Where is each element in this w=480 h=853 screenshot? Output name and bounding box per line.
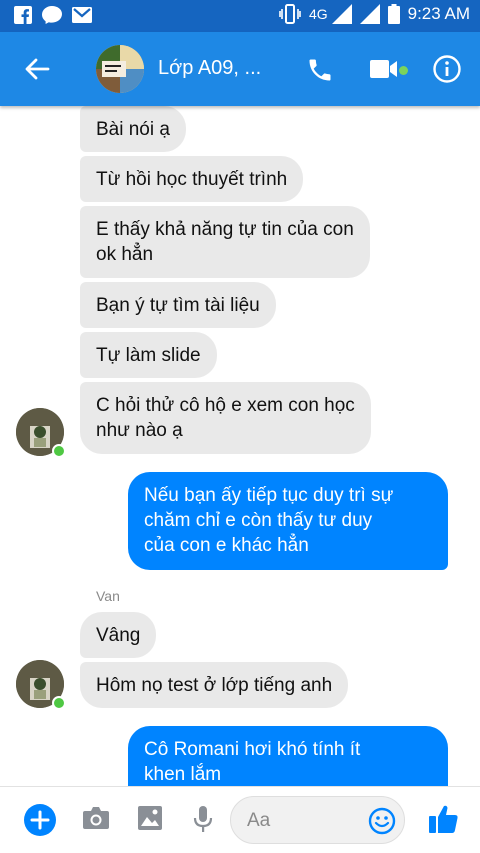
message-composer: Aa [0, 786, 480, 853]
message-text: Nếu bạn ấy tiếp tục duy trì sự [144, 485, 394, 506]
message-text: E thấy khả năng tự tin của con [96, 219, 354, 240]
message-bubble[interactable]: Tự làm slide [80, 332, 217, 378]
image-icon[interactable] [137, 805, 163, 831]
message-text: C hỏi thử cô hộ e xem con học [96, 395, 355, 416]
info-icon[interactable] [432, 54, 462, 84]
phone-icon[interactable] [306, 56, 334, 84]
group-avatar[interactable] [96, 45, 144, 93]
vibrate-icon [279, 4, 301, 24]
sender-name: Van [96, 588, 120, 604]
status-bar: 4G 9:23 AM [0, 0, 480, 32]
emoji-icon[interactable] [368, 807, 396, 835]
signal-icon [331, 4, 352, 24]
signal-icon [359, 4, 380, 24]
message-bubble[interactable]: Bài nói ạ [80, 106, 186, 152]
message-bubble[interactable]: C hỏi thử cô hộ e xem con học như nào ạ [80, 382, 371, 454]
message-text: Hôm nọ test ở lớp tiếng anh [96, 675, 333, 696]
online-status-dot [52, 696, 66, 710]
sender-avatar[interactable] [16, 660, 66, 710]
message-text: Tự làm slide [96, 345, 201, 366]
message-bubble[interactable]: Vâng [80, 612, 157, 658]
messenger-icon [42, 6, 62, 24]
message-input[interactable]: Aa [230, 796, 405, 844]
message-text: Cô Romani hơi khó tính ít [144, 739, 361, 760]
message-bubble[interactable]: Cô Romani hơi khó tính ít khen lắm [128, 726, 448, 786]
message-bubble[interactable]: Bạn ý tự tìm tài liệu [80, 282, 276, 328]
back-arrow-icon[interactable] [22, 54, 52, 84]
message-text: của con e khác hẳn [144, 535, 309, 556]
message-bubble[interactable]: E thấy khả năng tự tin của con ok hẳn [80, 206, 370, 278]
network-type: 4G [308, 6, 328, 22]
sender-avatar[interactable] [16, 408, 66, 458]
conversation-title[interactable]: Lớp A09, ... [158, 57, 261, 80]
message-text: chăm chỉ e còn thấy tư duy [144, 510, 373, 531]
message-text: Từ hồi học thuyết trình [96, 169, 288, 190]
message-text: Bài nói ạ [96, 119, 170, 140]
thumbs-up-icon[interactable] [427, 803, 459, 835]
message-text: Bạn ý tự tìm tài liệu [96, 295, 260, 316]
message-list[interactable]: Bài nói ạ Từ hồi học thuyết trình E thấy… [0, 106, 480, 786]
microphone-icon[interactable] [193, 805, 213, 833]
clock: 9:23 AM [407, 4, 470, 23]
video-camera-icon[interactable] [370, 58, 398, 80]
video-status-dot [399, 66, 408, 75]
message-text: ok hẳn [96, 244, 154, 265]
online-status-dot [52, 444, 66, 458]
camera-icon[interactable] [82, 805, 110, 831]
message-text: khen lắm [144, 764, 222, 785]
battery-icon [387, 4, 400, 24]
message-input-placeholder: Aa [247, 810, 271, 831]
message-bubble[interactable]: Hôm nọ test ở lớp tiếng anh [80, 662, 349, 708]
message-text: như nào ạ [96, 420, 183, 441]
conversation-header: Lớp A09, ... [0, 32, 480, 106]
facebook-icon [14, 6, 32, 24]
message-bubble[interactable]: Nếu bạn ấy tiếp tục duy trì sự chăm chỉ e… [128, 472, 448, 570]
gmail-icon [72, 7, 92, 23]
message-text: Vâng [96, 625, 141, 646]
plus-icon[interactable] [24, 804, 56, 836]
message-bubble[interactable]: Từ hồi học thuyết trình [80, 156, 304, 202]
